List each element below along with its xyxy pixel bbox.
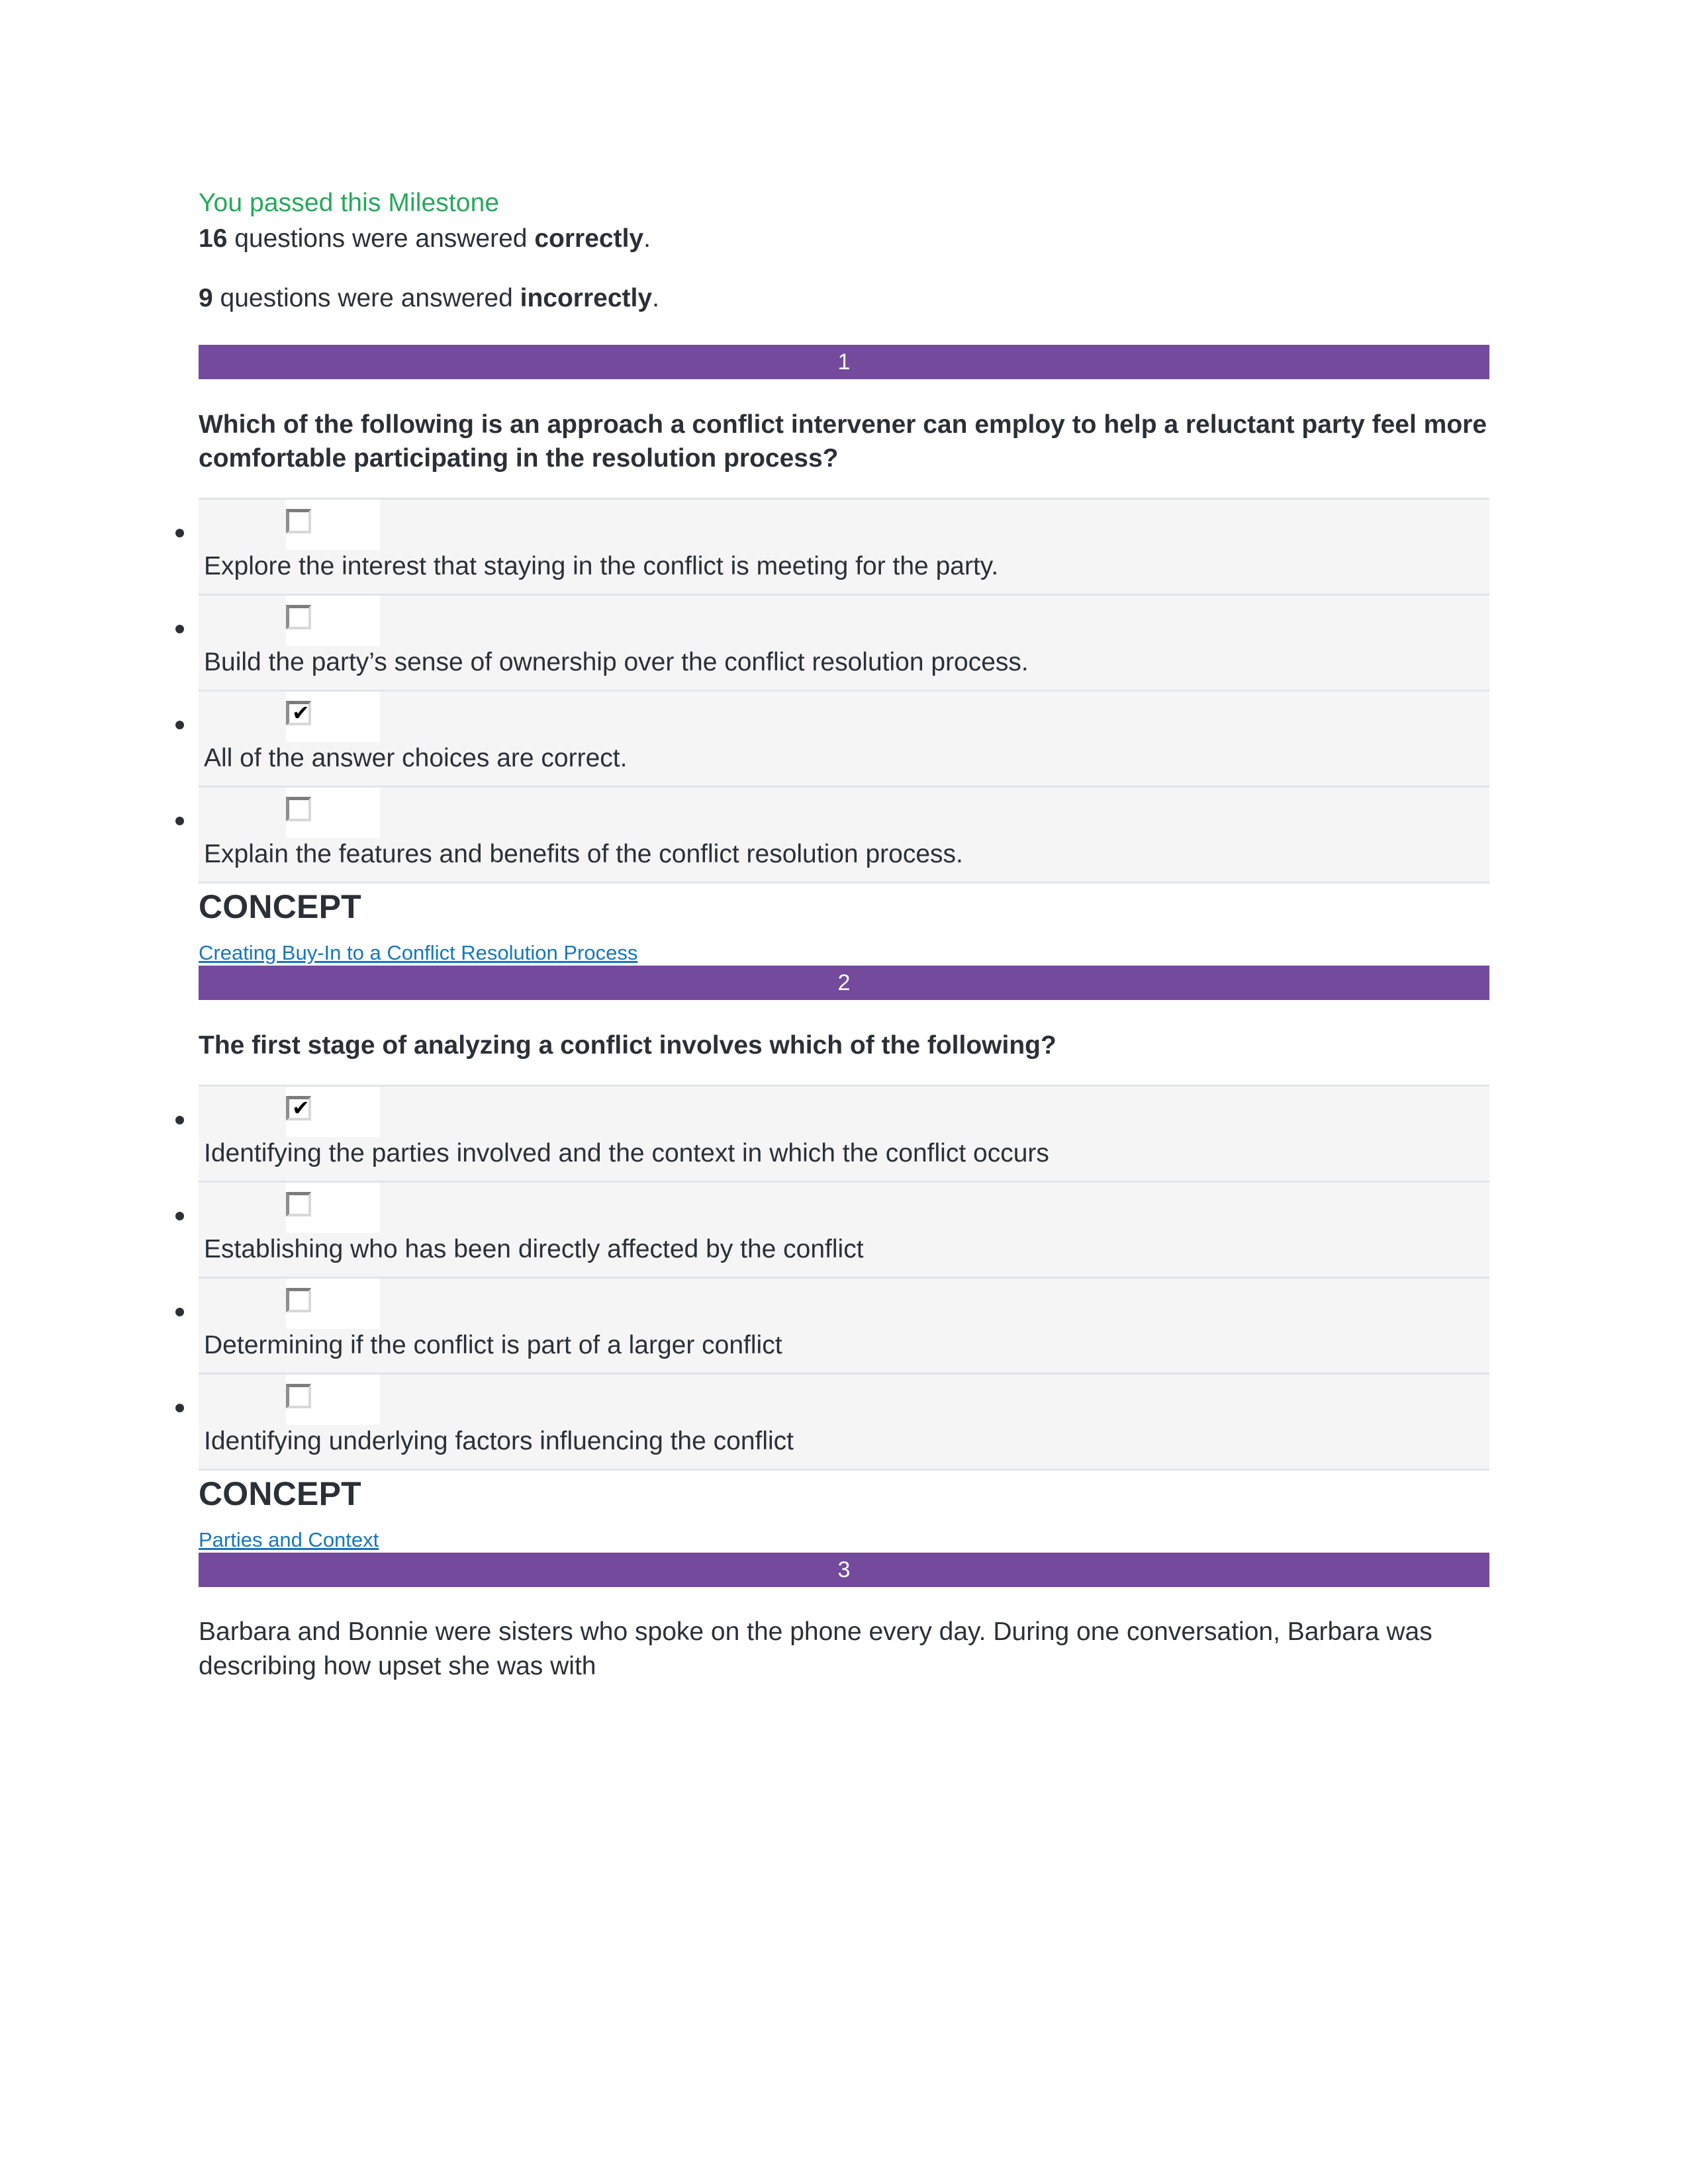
checkbox-cell [286,788,380,838]
bullet-icon [175,721,184,729]
question-prompt-3: Barbara and Bonnie were sisters who spok… [199,1617,1432,1680]
checkbox-unchecked-icon[interactable] [286,1288,311,1312]
checkbox-cell [286,596,380,646]
correct-answers-summary: 16 questions were answered correctly. [199,222,1489,256]
incorrect-mid-text: questions were answered [212,284,520,312]
incorrect-label: incorrectly [520,284,653,312]
answer-option-label: Identifying underlying factors influenci… [204,1427,794,1455]
incorrect-count: 9 [199,284,213,312]
check-glyph: ✔ [292,1095,310,1120]
answer-option[interactable]: Explain the features and benefits of the… [175,786,1489,884]
incorrect-period: . [652,284,659,312]
concept-heading: CONCEPT [199,1475,361,1512]
correct-count: 16 [199,224,228,253]
checkbox-unchecked-icon[interactable] [286,509,311,533]
checkbox-checked-icon[interactable]: ✔ [286,1096,311,1120]
checkbox-unchecked-icon[interactable] [286,1384,311,1408]
bullet-icon [175,625,184,633]
question-prompt-2: The first stage of analyzing a conflict … [199,1031,1056,1060]
checkbox-checked-icon[interactable]: ✔ [286,701,311,725]
question-prompt-1: Which of the following is an approach a … [199,410,1487,473]
answer-option-label: Determining if the conflict is part of a… [204,1331,782,1359]
bullet-icon [175,1308,184,1316]
checkbox-cell [286,500,380,550]
answer-option-label: All of the answer choices are correct. [204,744,628,772]
checkbox-cell [286,1375,380,1425]
answer-option-label: Explain the features and benefits of the… [204,840,963,868]
question-number-banner-3: 3 [199,1553,1489,1587]
bullet-icon [175,1212,184,1220]
concept-heading: CONCEPT [199,888,361,925]
bullet-icon [175,817,184,825]
checkbox-unchecked-icon[interactable] [286,1192,311,1216]
checkbox-cell: ✔ [286,692,380,742]
concept-link[interactable]: Parties and Context [199,1527,379,1553]
checkbox-cell [286,1183,380,1233]
answer-option-label: Explore the interest that staying in the… [204,552,999,580]
checkbox-cell [286,1279,380,1329]
answer-option-label: Identifying the parties involved and the… [204,1139,1049,1167]
answer-option[interactable]: Build the party’s sense of ownership ove… [175,594,1489,690]
correct-mid-text: questions were answered [227,224,535,253]
answer-option[interactable]: Identifying underlying factors influenci… [175,1373,1489,1471]
bullet-icon [175,1116,184,1124]
concept-link[interactable]: Creating Buy-In to a Conflict Resolution… [199,940,637,966]
bullet-icon [175,1404,184,1412]
question-number-banner-2: 2 [199,966,1489,1000]
answer-option[interactable]: ✔ All of the answer choices are correct. [175,690,1489,786]
check-glyph: ✔ [292,700,310,725]
answer-option[interactable]: Explore the interest that staying in the… [175,498,1489,594]
correct-label: correctly [534,224,644,253]
question-number-banner-1: 1 [199,345,1489,379]
correct-period: . [643,224,651,253]
pass-status-message: You passed this Milestone [199,189,500,217]
checkbox-unchecked-icon[interactable] [286,797,311,821]
answer-list-1: Explore the interest that staying in the… [175,498,1489,884]
incorrect-answers-summary: 9 questions were answered incorrectly. [199,281,1489,316]
bullet-icon [175,529,184,537]
answer-option[interactable]: ✔ Identifying the parties involved and t… [175,1085,1489,1181]
answer-list-2: ✔ Identifying the parties involved and t… [175,1085,1489,1471]
checkbox-cell: ✔ [286,1087,380,1137]
milestone-results-page: You passed this Milestone 16 questions w… [0,0,1688,2184]
answer-option-label: Build the party’s sense of ownership ove… [204,648,1029,676]
answer-option[interactable]: Determining if the conflict is part of a… [175,1277,1489,1373]
answer-option[interactable]: Establishing who has been directly affec… [175,1181,1489,1277]
checkbox-unchecked-icon[interactable] [286,605,311,629]
answer-option-label: Establishing who has been directly affec… [204,1235,864,1263]
